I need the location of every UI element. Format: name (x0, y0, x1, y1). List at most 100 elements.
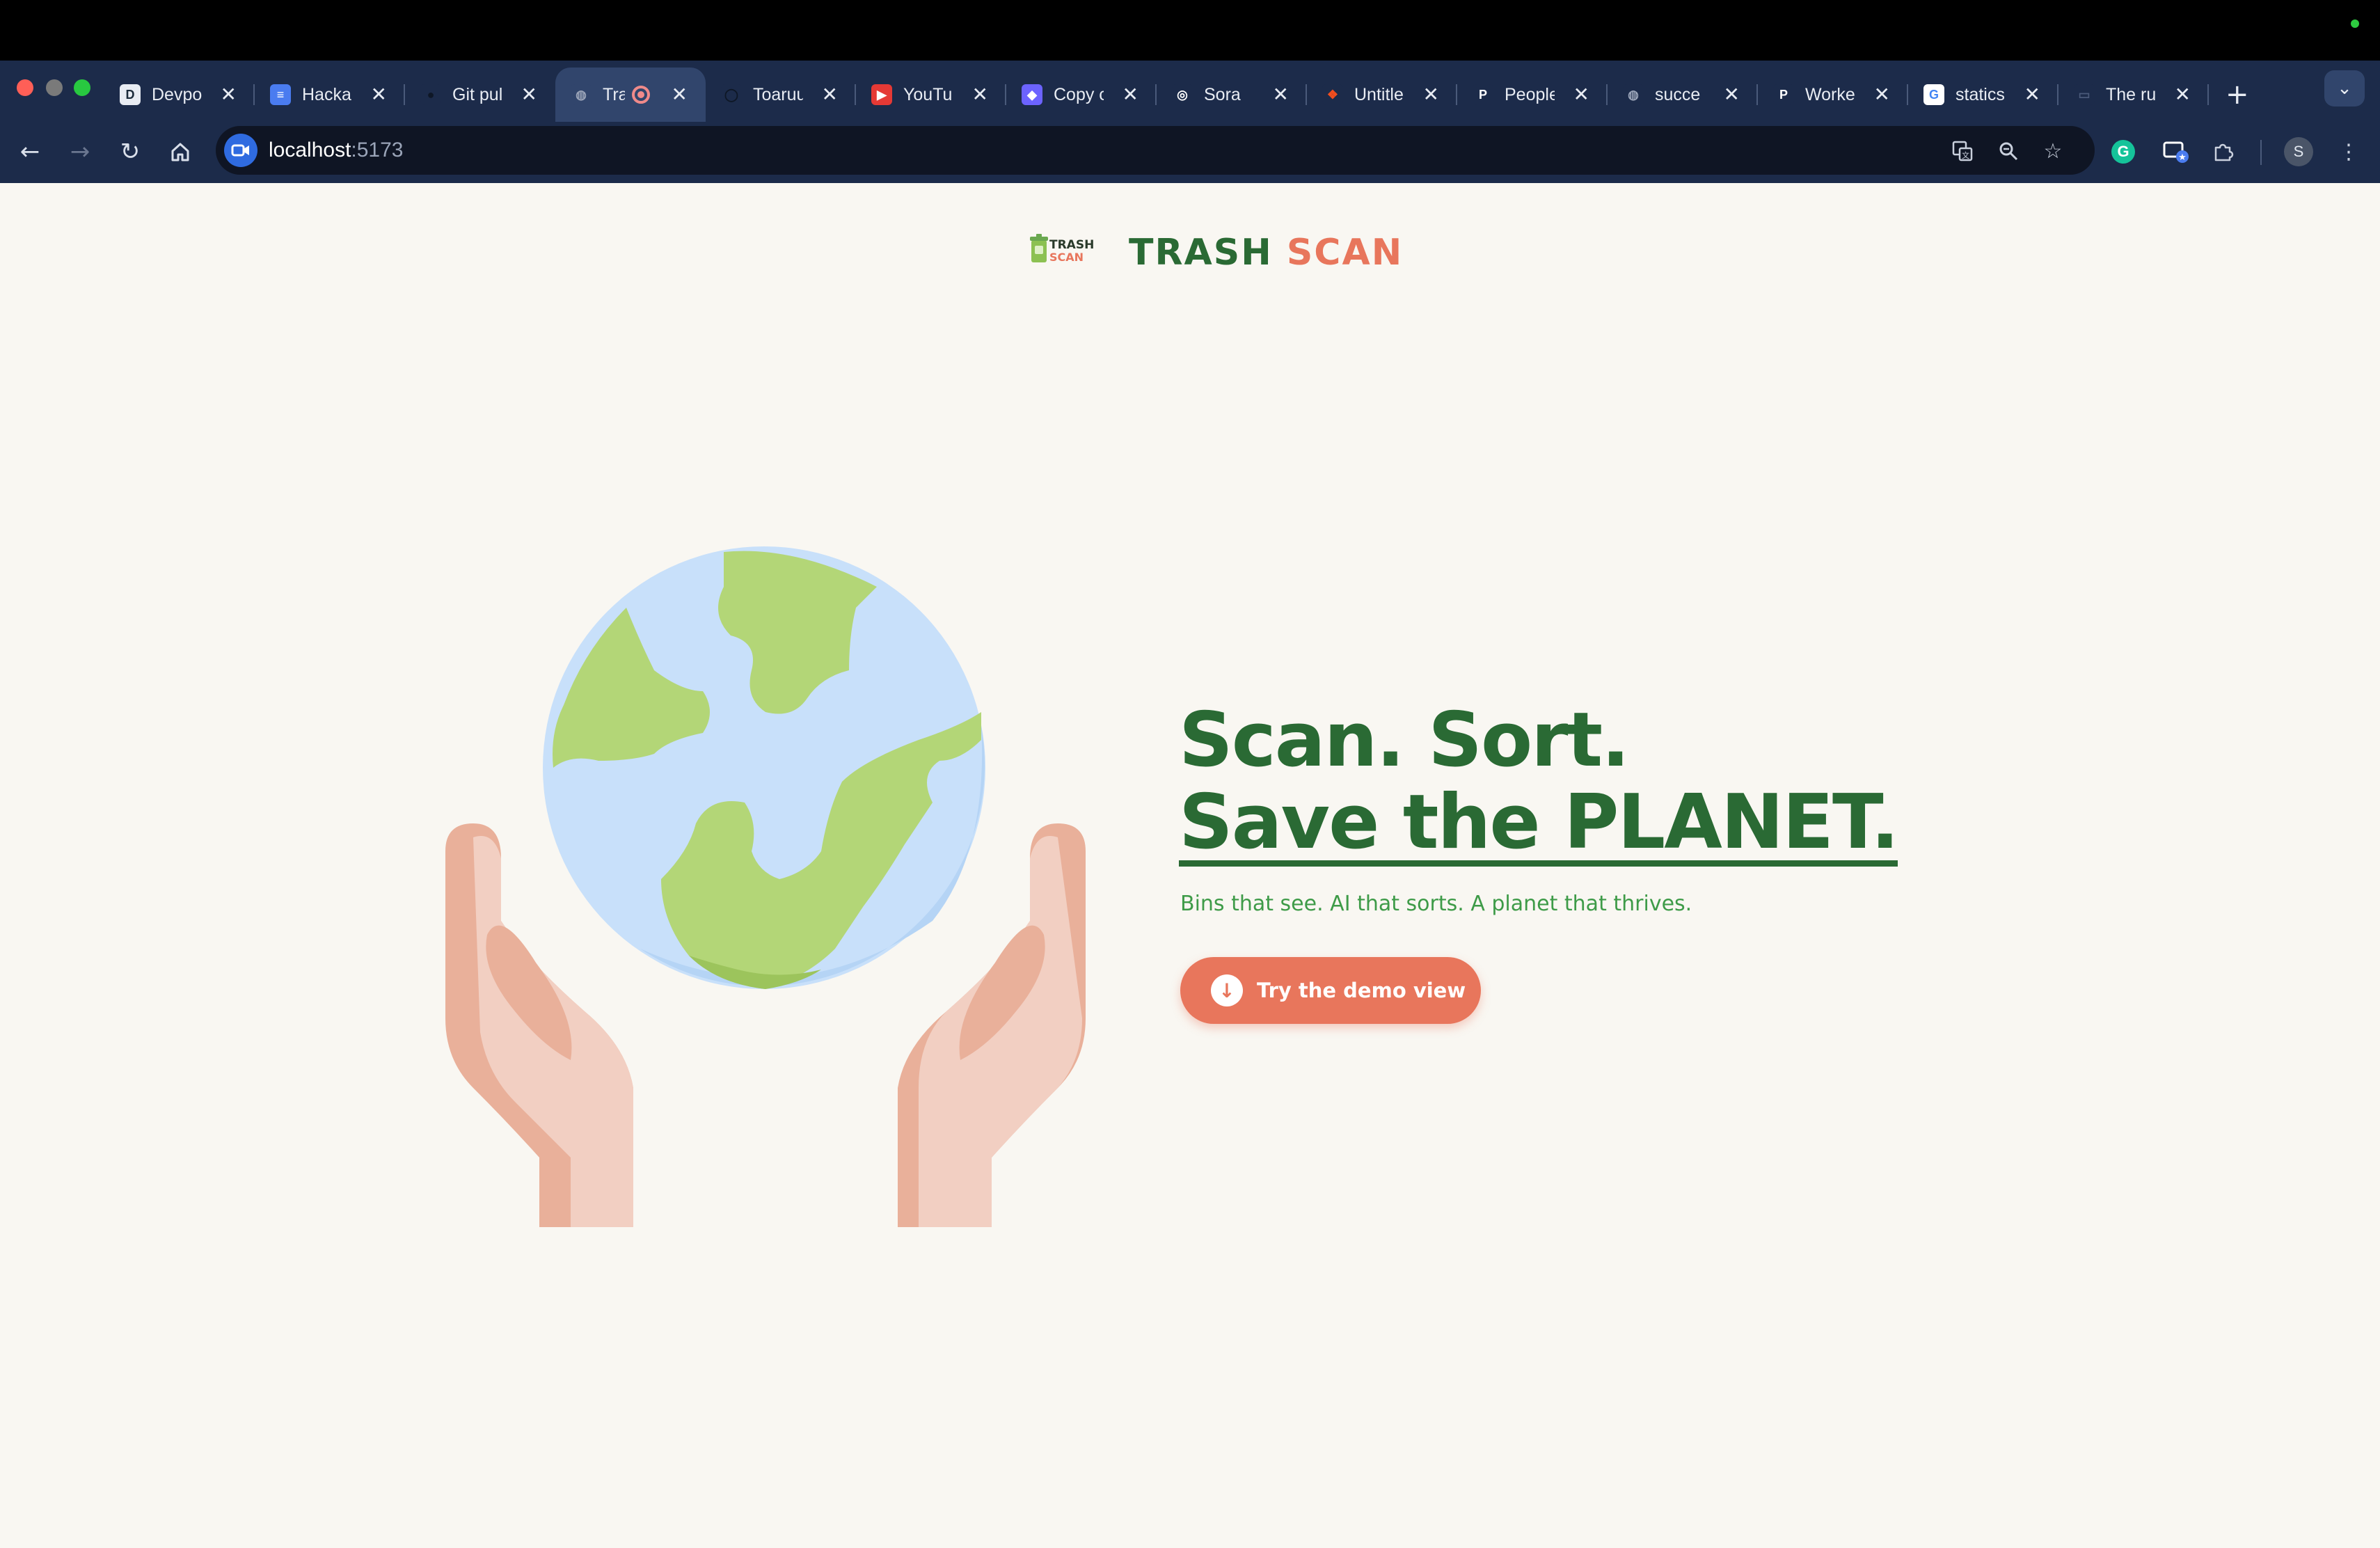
headline-line-1: Scan. Sort. (1179, 697, 1630, 784)
recording-indicator-icon (632, 86, 650, 104)
hero-headline: Scan. Sort. Save the PLANET. (1179, 697, 1899, 867)
url-text: localhost:5173 (269, 139, 404, 161)
extensions-puzzle-icon[interactable] (2207, 136, 2239, 168)
svg-text:★: ★ (2178, 152, 2187, 163)
tab-favicon-icon: ≡ (270, 84, 291, 105)
tab-close-icon[interactable]: ✕ (822, 83, 838, 106)
headline-line-2: Save the PLANET. (1179, 779, 1899, 867)
tab-label: Devpo (152, 84, 202, 104)
browser-toolbar: ← → ↻ localhost:5173 文 ☆ G ★ S ⋮ (0, 122, 2380, 183)
tab-close-icon[interactable]: ✕ (521, 83, 537, 106)
tab-close-icon[interactable]: ✕ (2175, 83, 2191, 106)
browser-tab[interactable]: P People ✕ (1457, 68, 1608, 122)
tab-favicon-icon: ❖ (1322, 84, 1343, 105)
hands-holding-earth-illustration (445, 546, 1086, 1227)
tab-close-icon[interactable]: ✕ (1423, 83, 1439, 106)
tab-close-icon[interactable]: ✕ (1273, 83, 1289, 106)
brand-name-trash: TRASH (1129, 232, 1273, 274)
tab-label: Untitle (1354, 84, 1404, 104)
browser-tab[interactable]: ◯ Toaruu ✕ (706, 68, 856, 122)
browser-tab[interactable]: ▶ YouTub ✕ (856, 68, 1006, 122)
tab-favicon-icon: ◯ (721, 84, 742, 105)
bookmark-star-icon[interactable]: ☆ (2038, 136, 2068, 166)
browser-tab[interactable]: P Worke ✕ (1758, 68, 1908, 122)
tab-close-icon[interactable]: ✕ (371, 83, 387, 106)
tab-close-icon[interactable]: ✕ (972, 83, 988, 106)
browser-tab[interactable]: ◎ Sora ✕ (1157, 68, 1307, 122)
tab-list: D Devpo ✕ ≡ Hacka ✕ ● Git pul ✕ ◍ Tra ✕ ◯ Toaruu ✕ ▶ You… (104, 68, 2209, 122)
tab-close-icon[interactable]: ✕ (1724, 83, 1740, 106)
tab-favicon-icon: G (1923, 84, 1944, 105)
address-bar[interactable]: localhost:5173 文 ☆ (216, 126, 2095, 175)
tab-close-icon[interactable]: ✕ (1874, 83, 1890, 106)
new-tab-button[interactable]: + (2226, 68, 2249, 122)
tab-favicon-icon: ▶ (871, 84, 892, 105)
tab-favicon-icon: ◍ (1623, 84, 1644, 105)
browser-tab[interactable]: ▭ The ru ✕ (2058, 68, 2209, 122)
tab-label: The ru (2106, 84, 2156, 104)
tab-label: YouTub (903, 84, 953, 104)
zoom-icon[interactable] (1993, 136, 2024, 166)
screen-capture-extension-icon[interactable]: ★ (2160, 136, 2192, 168)
tab-label: Hacka (302, 84, 351, 104)
back-button[interactable]: ← (14, 136, 46, 168)
grammarly-extension-icon[interactable]: G (2107, 136, 2139, 168)
reload-button[interactable]: ↻ (114, 136, 146, 168)
tab-separator (2207, 84, 2209, 105)
tab-close-icon[interactable]: ✕ (2024, 83, 2040, 106)
minimize-window-button[interactable] (46, 79, 63, 96)
toolbar-divider (2260, 140, 2262, 165)
tab-close-icon[interactable]: ✕ (672, 83, 688, 106)
arrow-down-icon: ↓ (1211, 974, 1243, 1006)
browser-tab[interactable]: ◍ Tra ✕ (555, 68, 706, 122)
tab-label: succe (1655, 84, 1701, 104)
tab-close-icon[interactable]: ✕ (221, 83, 237, 106)
arrow-left-icon: ← (19, 138, 40, 166)
tab-close-icon[interactable]: ✕ (1573, 83, 1589, 106)
tab-search-button[interactable]: ⌄ (2324, 70, 2365, 106)
browser-tab[interactable]: ● Git pul ✕ (405, 68, 555, 122)
arrow-right-icon: → (70, 138, 90, 166)
tab-label: statics (1955, 84, 2005, 104)
site-info-button[interactable] (224, 134, 257, 167)
zoom-window-button[interactable] (74, 79, 90, 96)
tab-favicon-icon: ◆ (1022, 84, 1042, 105)
logo-text-scan: SCAN (1049, 251, 1084, 264)
browser-tab[interactable]: ◍ succe ✕ (1608, 68, 1758, 122)
profile-avatar[interactable]: S (2284, 137, 2313, 166)
tab-label: Git pul (452, 84, 502, 104)
tab-favicon-icon: ● (420, 84, 441, 105)
tab-label: Sora (1204, 84, 1241, 104)
brand-name-scan: SCAN (1286, 232, 1404, 274)
brand-logo[interactable]: TRASH SCAN (1030, 228, 1097, 269)
tab-favicon-icon: ▭ (2074, 84, 2095, 105)
home-icon (171, 143, 189, 161)
tab-favicon-icon: P (1473, 84, 1493, 105)
tab-label: People (1505, 84, 1555, 104)
hero-tagline: Bins that see. AI that sorts. A planet t… (1180, 892, 1692, 916)
translate-icon[interactable]: 文 (1947, 136, 1978, 166)
close-window-button[interactable] (17, 79, 33, 96)
browser-tab[interactable]: Gstatics ✕ (1908, 68, 2058, 122)
try-demo-button[interactable]: ↓ Try the demo view (1180, 957, 1481, 1024)
try-demo-label: Try the demo view (1257, 979, 1466, 1002)
tab-strip: D Devpo ✕ ≡ Hacka ✕ ● Git pul ✕ ◍ Tra ✕ ◯ Toaruu ✕ ▶ You… (0, 61, 2380, 122)
browser-tab[interactable]: D Devpo ✕ (104, 68, 255, 122)
reload-icon: ↻ (120, 138, 141, 166)
browser-tab[interactable]: ❖ Untitle ✕ (1307, 68, 1457, 122)
browser-tab[interactable]: ◆ Copy c ✕ (1006, 68, 1157, 122)
tab-label: Tra (603, 84, 625, 104)
tab-close-icon[interactable]: ✕ (1122, 83, 1139, 106)
forward-button[interactable]: → (64, 136, 96, 168)
tab-favicon-icon: D (120, 84, 141, 105)
tab-label: Toaruu (753, 84, 803, 104)
camera-indicator-icon (2351, 19, 2359, 28)
video-camera-icon (231, 144, 249, 157)
tab-label: Worke (1805, 84, 1855, 104)
home-button[interactable] (164, 136, 196, 168)
more-menu-icon[interactable]: ⋮ (2333, 136, 2365, 168)
brand-name: TRASH SCAN (1129, 232, 1403, 274)
svg-text:文: 文 (1962, 150, 1969, 160)
menu-bar (0, 0, 2380, 61)
browser-tab[interactable]: ≡ Hacka ✕ (255, 68, 405, 122)
